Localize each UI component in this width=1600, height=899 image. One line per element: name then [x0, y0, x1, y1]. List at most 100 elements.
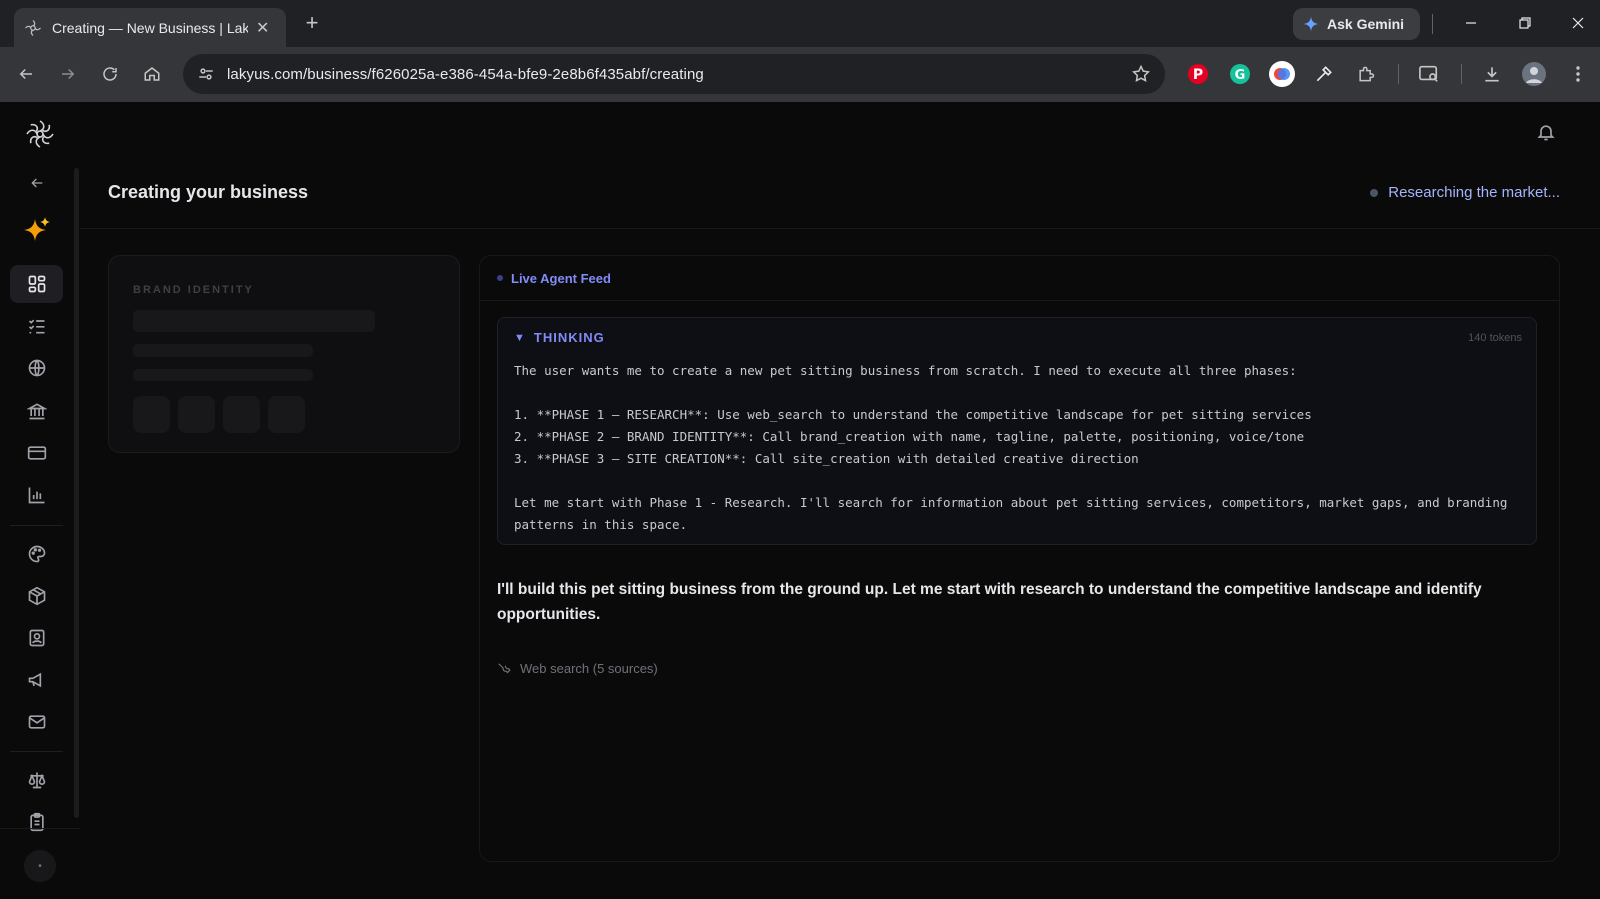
scales-icon: [27, 770, 47, 790]
minimize-icon[interactable]: [1456, 10, 1486, 36]
skeleton-line: [133, 344, 313, 357]
gemini-icon: [1303, 16, 1319, 32]
mail-icon: [27, 712, 47, 732]
clipboard-icon: [27, 812, 47, 832]
tool-call[interactable]: Web search (5 sources): [497, 661, 658, 676]
status-dot: [1370, 188, 1379, 197]
thinking-line: 1. **PHASE 1 — RESEARCH**: Use web_searc…: [514, 407, 1312, 422]
status-indicator: Researching the market...: [1370, 184, 1560, 201]
app-logo-icon[interactable]: [24, 118, 56, 150]
browser-menu-icon[interactable]: [1565, 61, 1591, 87]
profile-avatar[interactable]: [1521, 61, 1547, 87]
tab-search-icon[interactable]: [1416, 61, 1442, 87]
pinterest-icon[interactable]: P: [1185, 61, 1211, 87]
sidebar-item-marketing[interactable]: [10, 661, 63, 699]
package-icon: [27, 586, 47, 606]
back-arrow-icon[interactable]: [10, 166, 63, 200]
palette-icon: [27, 544, 47, 564]
tab-title: Creating — New Business | Laky: [52, 19, 248, 36]
wrench-icon: [497, 662, 511, 676]
thinking-title: THINKING: [533, 330, 605, 345]
color-picker-icon[interactable]: [1311, 61, 1337, 87]
live-dot: [497, 275, 503, 281]
brand-identity-label: BRAND IDENTITY: [133, 284, 254, 296]
site-settings-icon[interactable]: [197, 65, 215, 83]
thinking-content: The user wants me to create a new pet si…: [514, 360, 1524, 536]
new-tab-button[interactable]: +: [300, 12, 324, 36]
app-root: • Creating your business Researching the…: [0, 102, 1600, 899]
token-count: 140 tokens: [1468, 332, 1522, 344]
ask-gemini-label: Ask Gemini: [1327, 16, 1405, 32]
tool-call-label: Web search (5 sources): [520, 661, 658, 676]
skeleton-swatch: [268, 396, 305, 433]
sidebar-item-brand[interactable]: [10, 535, 63, 573]
sidebar-item-email[interactable]: [10, 703, 63, 741]
extension-circle-icon[interactable]: [1269, 61, 1295, 87]
user-avatar[interactable]: •: [24, 850, 56, 882]
sidebar-item-analytics[interactable]: [10, 476, 63, 514]
sidebar-item-contacts[interactable]: [10, 619, 63, 657]
sidebar-item-products[interactable]: [10, 577, 63, 615]
feed-header: Live Agent Feed: [480, 256, 1559, 301]
svg-text:G: G: [1235, 68, 1246, 83]
collapse-triangle-icon: ▼: [514, 331, 526, 344]
browser-tab[interactable]: Creating — New Business | Laky ✕: [14, 8, 286, 47]
sidebar: •: [0, 102, 80, 899]
address-bar[interactable]: lakyus.com/business/f626025a-e386-454a-b…: [183, 54, 1165, 94]
sidebar-divider: [10, 525, 63, 526]
sidebar-item-payments[interactable]: [10, 434, 63, 472]
megaphone-icon: [27, 670, 47, 690]
bank-icon: [26, 401, 47, 421]
close-window-icon[interactable]: [1563, 10, 1593, 36]
bar-chart-icon: [27, 485, 47, 505]
globe-icon: [27, 358, 47, 378]
thinking-block: ▼ THINKING 140 tokens The user wants me …: [497, 317, 1537, 545]
skeleton-line: [133, 310, 375, 332]
downloads-icon[interactable]: [1479, 61, 1505, 87]
skeleton-swatch: [223, 396, 260, 433]
sidebar-item-dashboard[interactable]: [10, 265, 63, 303]
browser-toolbar: lakyus.com/business/f626025a-e386-454a-b…: [0, 47, 1600, 102]
skeleton-line: [133, 369, 313, 381]
thinking-line: The user wants me to create a new pet si…: [514, 363, 1297, 378]
sidebar-divider: [10, 751, 63, 752]
status-text: Researching the market...: [1388, 184, 1560, 201]
tab-close-icon[interactable]: ✕: [256, 18, 269, 38]
sidebar-item-legal[interactable]: [10, 761, 63, 799]
grammarly-icon[interactable]: G: [1227, 61, 1253, 87]
tab-favicon-icon: [24, 19, 42, 37]
sidebar-item-ai[interactable]: [10, 211, 63, 249]
thinking-toggle[interactable]: ▼ THINKING: [514, 330, 605, 345]
checklist-icon: [27, 316, 47, 336]
sidebar-scrollbar[interactable]: [74, 168, 79, 818]
ask-gemini-button[interactable]: Ask Gemini: [1293, 8, 1420, 40]
restore-icon[interactable]: [1510, 10, 1540, 36]
thinking-line: Let me start with Phase 1 - Research. I'…: [514, 495, 1515, 532]
thinking-line: 2. **PHASE 2 — BRAND IDENTITY**: Call br…: [514, 429, 1305, 444]
sidebar-item-tasks[interactable]: [10, 307, 63, 345]
home-icon[interactable]: [138, 60, 166, 88]
forward-icon[interactable]: [54, 60, 82, 88]
svg-text:P: P: [1193, 67, 1203, 83]
sidebar-item-website[interactable]: [10, 349, 63, 387]
sidebar-item-documents[interactable]: [10, 803, 63, 841]
extensions-puzzle-icon[interactable]: [1353, 61, 1379, 87]
header-divider: [80, 228, 1600, 229]
contact-card-icon: [27, 628, 47, 648]
skeleton-swatch: [178, 396, 215, 433]
back-icon[interactable]: [12, 60, 40, 88]
sidebar-divider: [0, 828, 80, 829]
reload-icon[interactable]: [96, 60, 124, 88]
separator: [1432, 14, 1433, 34]
skeleton-swatch: [133, 396, 170, 433]
sidebar-item-banking[interactable]: [10, 392, 63, 430]
notifications-bell-icon[interactable]: [1536, 122, 1560, 146]
dashboard-grid-icon: [27, 274, 47, 294]
live-agent-feed-panel: Live Agent Feed ▼ THINKING 140 tokens Th…: [479, 255, 1560, 862]
bookmark-star-icon[interactable]: [1131, 64, 1151, 84]
browser-tab-strip: Creating — New Business | Laky ✕ + Ask G…: [0, 0, 1600, 47]
agent-reply: I'll build this pet sitting business fro…: [497, 581, 1482, 623]
url-text: lakyus.com/business/f626025a-e386-454a-b…: [227, 65, 704, 83]
sparkles-icon: [22, 215, 52, 245]
thinking-line: 3. **PHASE 3 — SITE CREATION**: Call sit…: [514, 451, 1139, 466]
